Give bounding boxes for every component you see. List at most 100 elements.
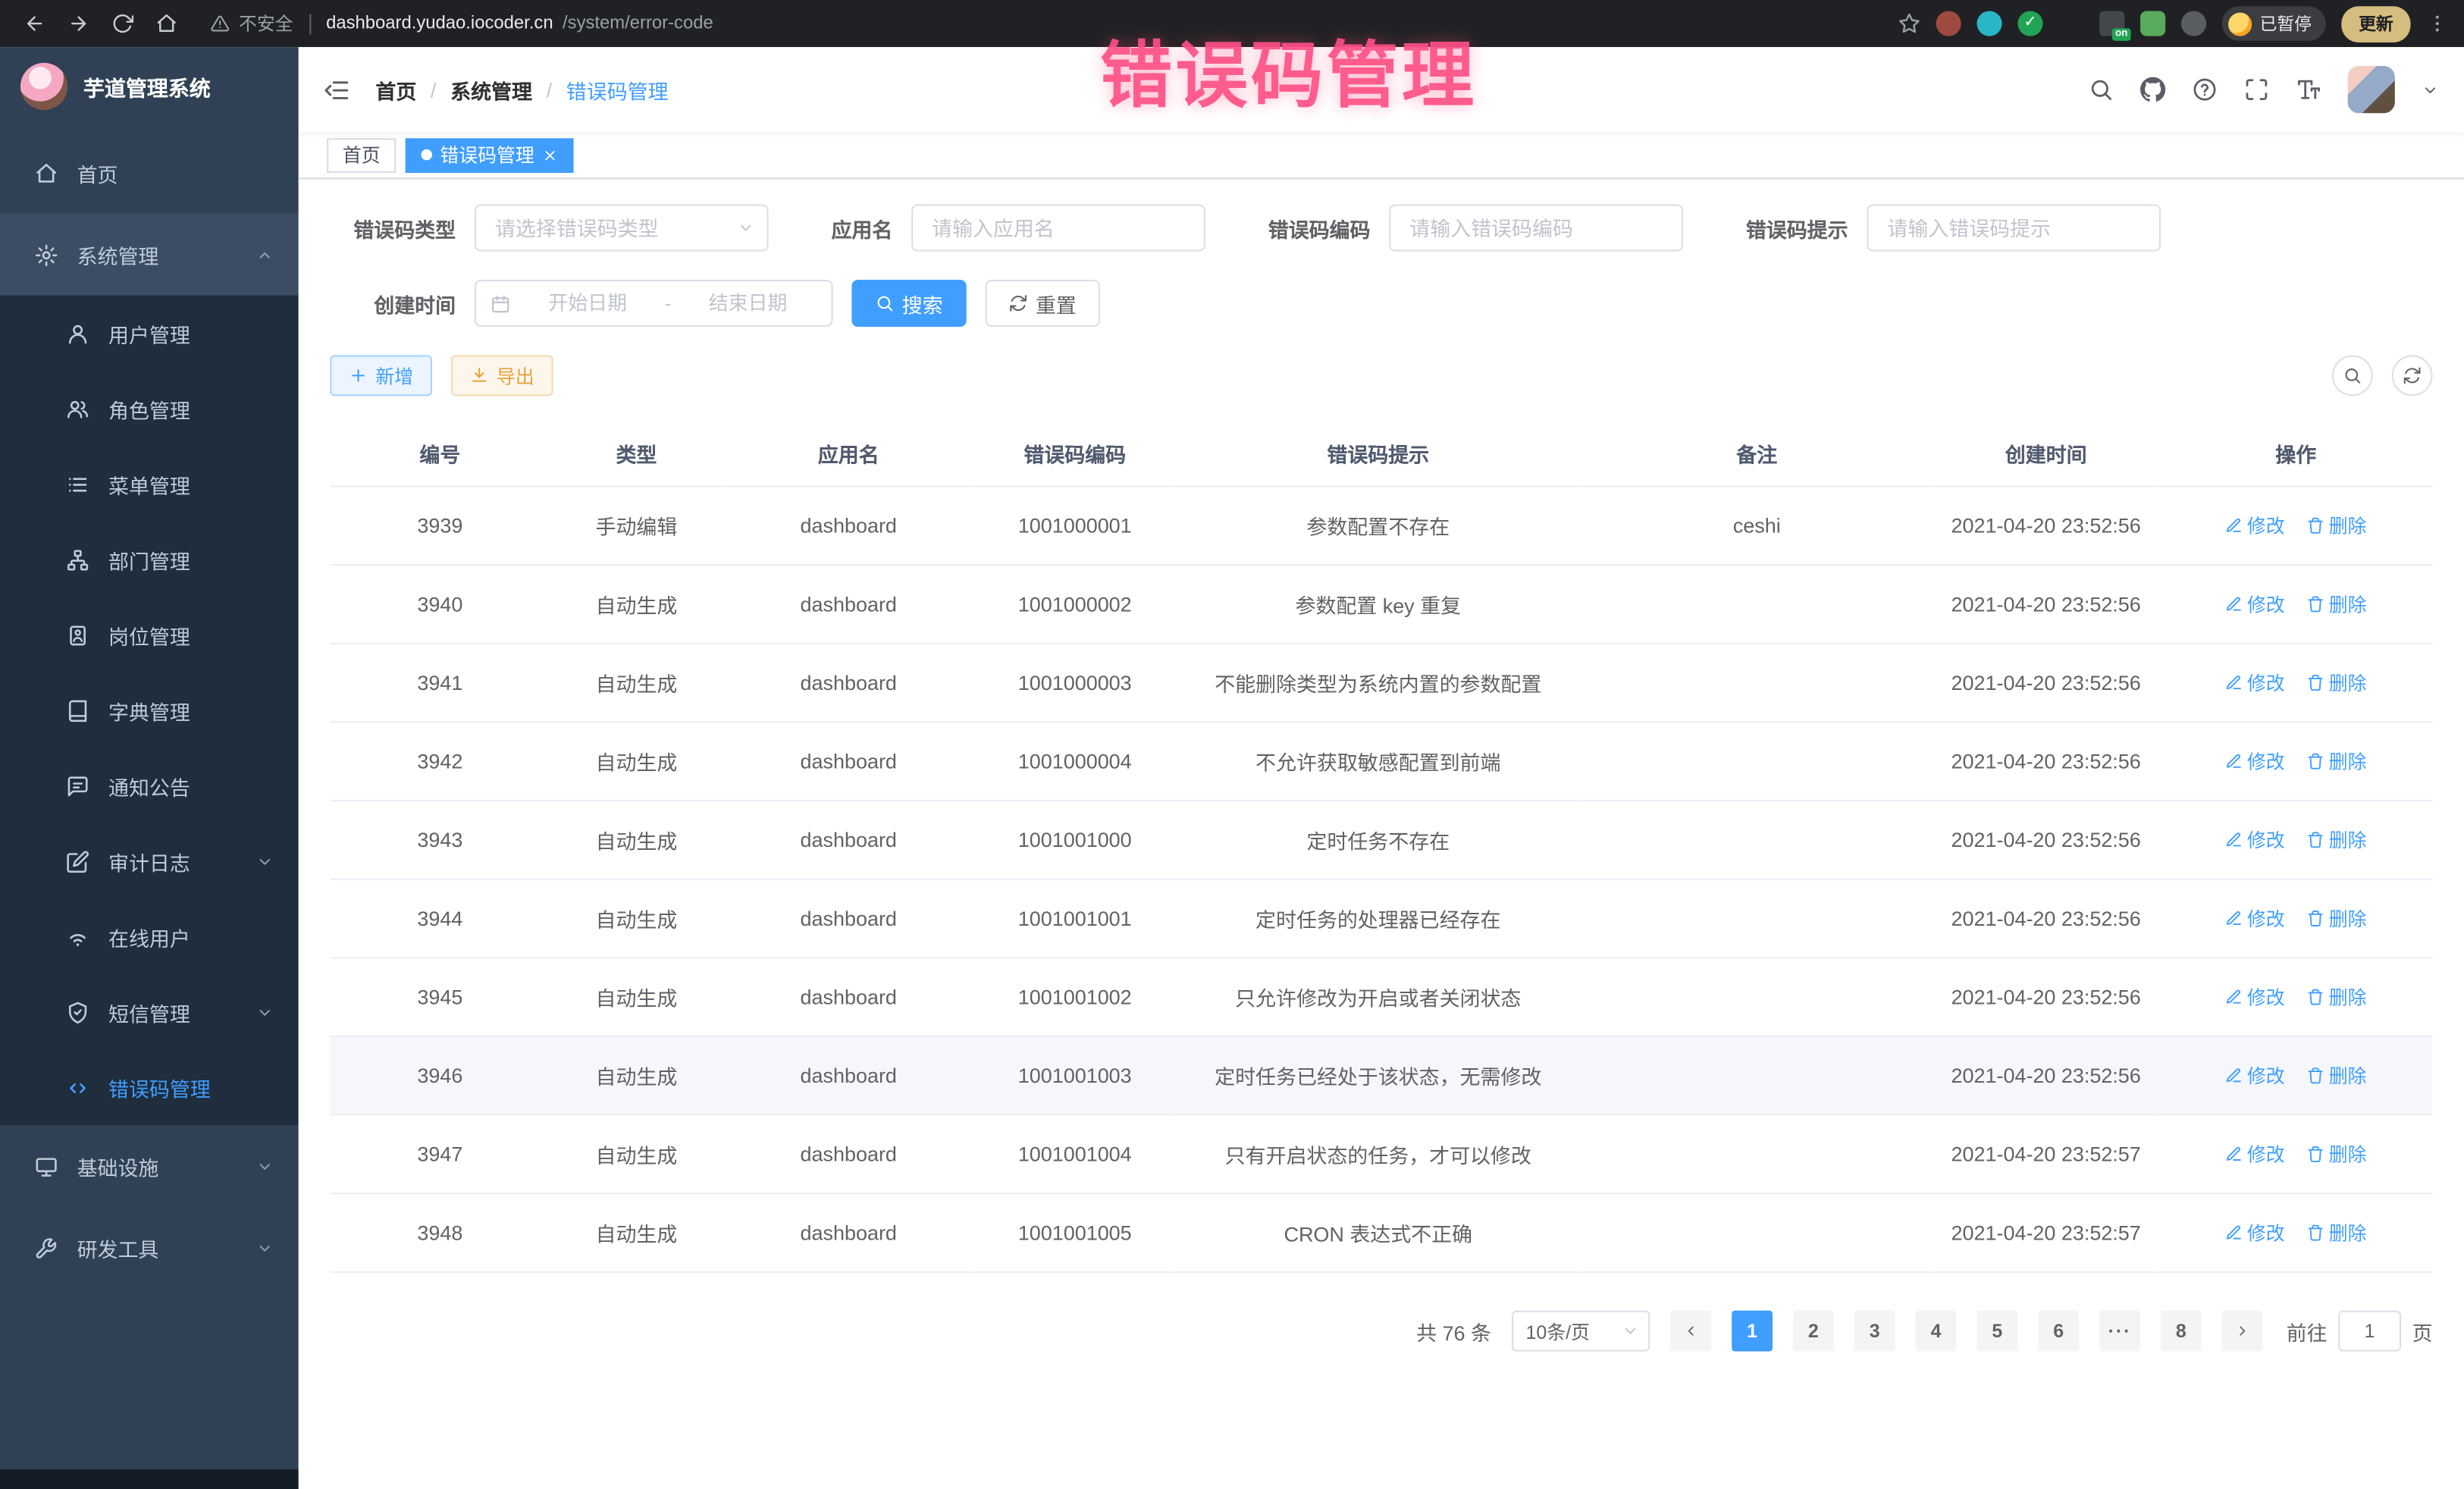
cell-app: dashboard (723, 801, 974, 879)
error-type-select-input[interactable] (475, 204, 769, 251)
browser-chrome: 不安全 dashboard.yudao.iocoder.cn/system/er… (0, 0, 2464, 47)
refresh-table-button[interactable] (2392, 355, 2433, 396)
app-logo[interactable]: 芋道管理系统 (0, 47, 299, 126)
delete-link[interactable]: 删除 (2307, 513, 2367, 539)
page-button-1[interactable]: 1 (1732, 1311, 1773, 1352)
cell-code: 1001000001 (974, 487, 1175, 566)
search-button[interactable]: 搜索 (851, 280, 966, 327)
toggle-search-button[interactable] (2332, 355, 2373, 396)
page-button-5[interactable]: 5 (1977, 1311, 2017, 1352)
browser-forward-button[interactable] (60, 6, 98, 41)
prev-page-button[interactable] (1670, 1311, 1711, 1352)
page-button-6[interactable]: 6 (2038, 1311, 2079, 1352)
extension-icon-6[interactable] (2140, 11, 2165, 36)
github-icon[interactable] (2140, 77, 2165, 102)
address-bar[interactable]: 不安全 dashboard.yudao.iocoder.cn/system/er… (211, 11, 1892, 36)
edit-link[interactable]: 修改 (2225, 905, 2285, 932)
sidebar-item-dept[interactable]: 部门管理 (0, 522, 299, 597)
sidebar-item-label: 短信管理 (108, 997, 237, 1027)
page-button-4[interactable]: 4 (1916, 1311, 1957, 1352)
app-name-input[interactable] (911, 204, 1205, 251)
start-date-input[interactable] (519, 293, 657, 315)
avatar-caret-icon[interactable] (2422, 81, 2439, 99)
breadcrumb-home[interactable]: 首页 (375, 74, 416, 104)
next-page-button[interactable] (2222, 1311, 2263, 1352)
extension-icon-7[interactable] (2181, 11, 2206, 36)
sidebar-item-sms[interactable]: 短信管理 (0, 974, 299, 1049)
extension-icon-1[interactable] (1936, 11, 1961, 36)
delete-link[interactable]: 删除 (2307, 591, 2367, 617)
delete-link[interactable]: 删除 (2307, 826, 2367, 853)
cell-code: 1001001004 (974, 1115, 1175, 1194)
extension-icon-4[interactable] (2058, 11, 2083, 36)
sidebar-item-role[interactable]: 角色管理 (0, 371, 299, 446)
tab-home[interactable]: 首页 (327, 137, 396, 172)
tab-error-code[interactable]: 错误码管理 (406, 137, 574, 172)
sidebar-item-menu[interactable]: 菜单管理 (0, 447, 299, 522)
sidebar-item-audit-log[interactable]: 审计日志 (0, 823, 299, 898)
browser-update-button[interactable]: 更新 (2341, 5, 2410, 42)
page-button-2[interactable]: 2 (1793, 1311, 1834, 1352)
sidebar-item-infra[interactable]: 基础设施 (0, 1125, 299, 1207)
browser-profile-badge[interactable]: 已暂停 (2222, 6, 2326, 41)
bookmark-star-icon[interactable] (1898, 13, 1920, 35)
browser-back-button[interactable] (16, 6, 54, 41)
edit-link[interactable]: 修改 (2225, 513, 2285, 539)
error-code-input[interactable] (1389, 204, 1683, 251)
delete-link[interactable]: 删除 (2307, 669, 2367, 696)
cell-msg: 定时任务已经处于该状态，无需修改 (1175, 1036, 1581, 1115)
page-size-select[interactable]: 10条/页 (1512, 1311, 1650, 1352)
font-size-icon[interactable] (2296, 77, 2321, 102)
end-date-input[interactable] (679, 293, 817, 315)
sidebar-item-online-user[interactable]: 在线用户 (0, 899, 299, 974)
sidebar-item-system[interactable]: 系统管理 (0, 214, 299, 296)
edit-link-label: 修改 (2247, 513, 2285, 539)
filter-app-label: 应用名 (831, 213, 892, 243)
edit-link[interactable]: 修改 (2225, 826, 2285, 853)
page-button-8[interactable]: 8 (2161, 1311, 2202, 1352)
delete-link[interactable]: 删除 (2307, 905, 2367, 932)
sidebar-item-post[interactable]: 岗位管理 (0, 597, 299, 672)
browser-reload-button[interactable] (104, 6, 142, 41)
extension-icon-3[interactable] (2017, 11, 2042, 36)
sidebar-item-dict[interactable]: 字典管理 (0, 672, 299, 748)
extension-icon-5[interactable]: on (2099, 11, 2124, 36)
error-hint-input[interactable] (1867, 204, 2161, 251)
fullscreen-icon[interactable] (2244, 77, 2269, 102)
edit-link[interactable]: 修改 (2225, 669, 2285, 696)
sidebar-toggle-button[interactable] (324, 77, 350, 103)
help-icon[interactable] (2192, 77, 2217, 102)
browser-home-button[interactable] (148, 6, 186, 41)
goto-page-input[interactable] (2338, 1311, 2401, 1352)
sidebar-item-home[interactable]: 首页 (0, 132, 299, 214)
delete-link[interactable]: 删除 (2307, 748, 2367, 775)
page-button-3[interactable]: 3 (1854, 1311, 1895, 1352)
edit-link[interactable]: 修改 (2225, 984, 2285, 1011)
page-more-button[interactable]: ··· (2099, 1311, 2140, 1352)
user-avatar[interactable] (2348, 66, 2395, 113)
browser-menu-icon[interactable] (2426, 13, 2448, 35)
sidebar-item-dev-tool[interactable]: 研发工具 (0, 1207, 299, 1289)
header-search-icon[interactable] (2089, 77, 2114, 102)
sidebar-collapse-bar[interactable] (0, 1469, 299, 1489)
delete-link[interactable]: 删除 (2307, 1141, 2367, 1168)
export-button[interactable]: 导出 (451, 355, 553, 396)
close-icon[interactable] (542, 147, 558, 163)
edit-link[interactable]: 修改 (2225, 1141, 2285, 1168)
edit-link[interactable]: 修改 (2225, 1062, 2285, 1089)
date-range-picker[interactable]: - (475, 280, 833, 327)
error-type-select[interactable] (475, 204, 769, 251)
sidebar-item-user[interactable]: 用户管理 (0, 296, 299, 371)
delete-link[interactable]: 删除 (2307, 1219, 2367, 1246)
breadcrumb-system[interactable]: 系统管理 (450, 74, 532, 104)
add-button[interactable]: 新增 (330, 355, 432, 396)
sidebar-item-notice[interactable]: 通知公告 (0, 748, 299, 823)
edit-link[interactable]: 修改 (2225, 1219, 2285, 1246)
delete-link[interactable]: 删除 (2307, 1062, 2367, 1089)
delete-link[interactable]: 删除 (2307, 984, 2367, 1011)
sidebar-item-error-code[interactable]: 错误码管理 (0, 1050, 299, 1125)
edit-link[interactable]: 修改 (2225, 591, 2285, 617)
edit-link[interactable]: 修改 (2225, 748, 2285, 775)
reset-button[interactable]: 重置 (986, 280, 1100, 327)
extension-icon-2[interactable] (1977, 11, 2002, 36)
